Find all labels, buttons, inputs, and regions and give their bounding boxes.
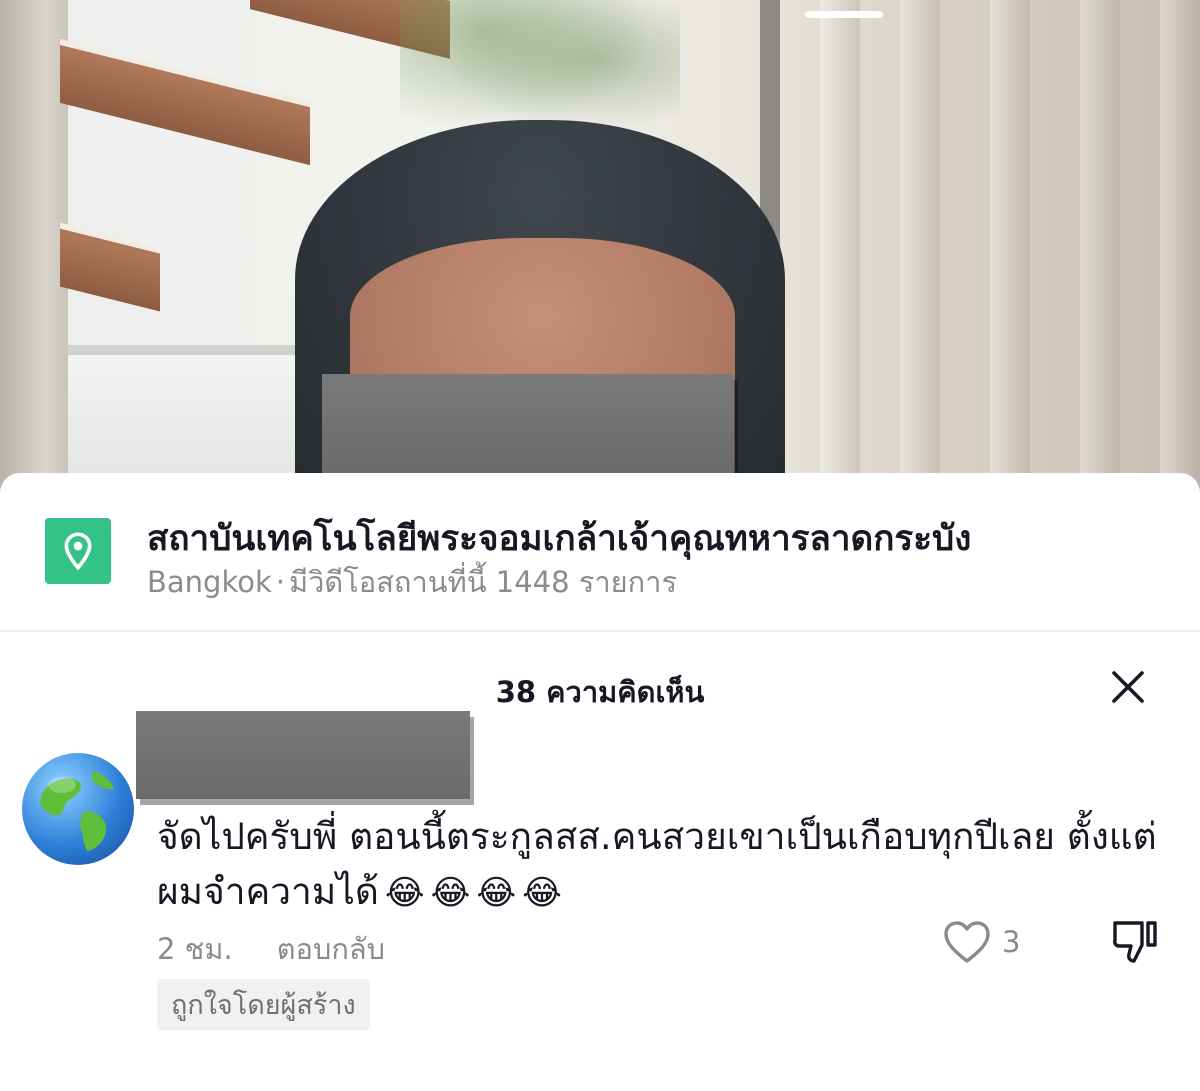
heart-icon <box>944 921 990 963</box>
sheet-grab-handle[interactable] <box>805 11 883 18</box>
divider <box>0 630 1200 632</box>
reply-button[interactable]: ตอบกลับ <box>277 932 385 966</box>
comment-timestamp: 2 ชม. <box>157 932 233 966</box>
location-banner[interactable]: สถาบันเทคโนโลยีพระจอมเกล้าเจ้าคุณทหารลาด… <box>0 473 1200 631</box>
location-city: Bangkok <box>147 565 272 599</box>
comments-count-title: 38 ความคิดเห็น <box>495 675 705 709</box>
avatar[interactable] <box>22 753 134 865</box>
location-title: สถาบันเทคโนโลยีพระจอมเกล้าเจ้าคุณทหารลาด… <box>147 519 972 559</box>
username-censor-bar <box>136 711 470 799</box>
laughing-emoji: 😂 <box>476 873 517 913</box>
globe-icon <box>40 771 114 851</box>
separator: · <box>275 565 285 599</box>
comment-item: จัดไปครับพี่ ตอนนี้ตระกูลสส.คนสวยเขาเป็น… <box>0 711 1200 1091</box>
dislike-button[interactable] <box>1110 917 1160 967</box>
thumbs-down-icon <box>1113 921 1157 963</box>
comment-meta: 2 ชม. ตอบกลับ <box>157 926 385 972</box>
location-subtitle: Bangkok · มีวิดีโอสถานที่นี้ 1448 รายการ <box>147 559 677 605</box>
liked-by-creator-badge: ถูกใจโดยผู้สร้าง <box>157 979 370 1030</box>
close-button[interactable] <box>1104 663 1152 711</box>
like-count: 3 <box>1002 925 1021 959</box>
location-pin-icon <box>45 518 111 584</box>
location-video-count: มีวิดีโอสถานที่นี้ 1448 รายการ <box>288 565 678 599</box>
video-background <box>0 0 1200 500</box>
laughing-emoji: 😂 <box>522 873 562 913</box>
close-icon <box>1112 671 1144 703</box>
laughing-emoji: 😂 <box>430 873 471 913</box>
comment-text: จัดไปครับพี่ ตอนนี้ตระกูลสส.คนสวยเขาเป็น… <box>157 809 1157 921</box>
comments-sheet: สถาบันเทคโนโลยีพระจอมเกล้าเจ้าคุณทหารลาด… <box>0 473 1200 1091</box>
laughing-emoji: 😂 <box>384 873 425 913</box>
comments-header: 38 ความคิดเห็น <box>0 663 1200 713</box>
like-button[interactable]: 3 <box>942 919 1020 965</box>
face-censor-bar <box>322 374 734 478</box>
comment-body: จัดไปครับพี่ ตอนนี้ตระกูลสส.คนสวยเขาเป็น… <box>157 815 1157 913</box>
